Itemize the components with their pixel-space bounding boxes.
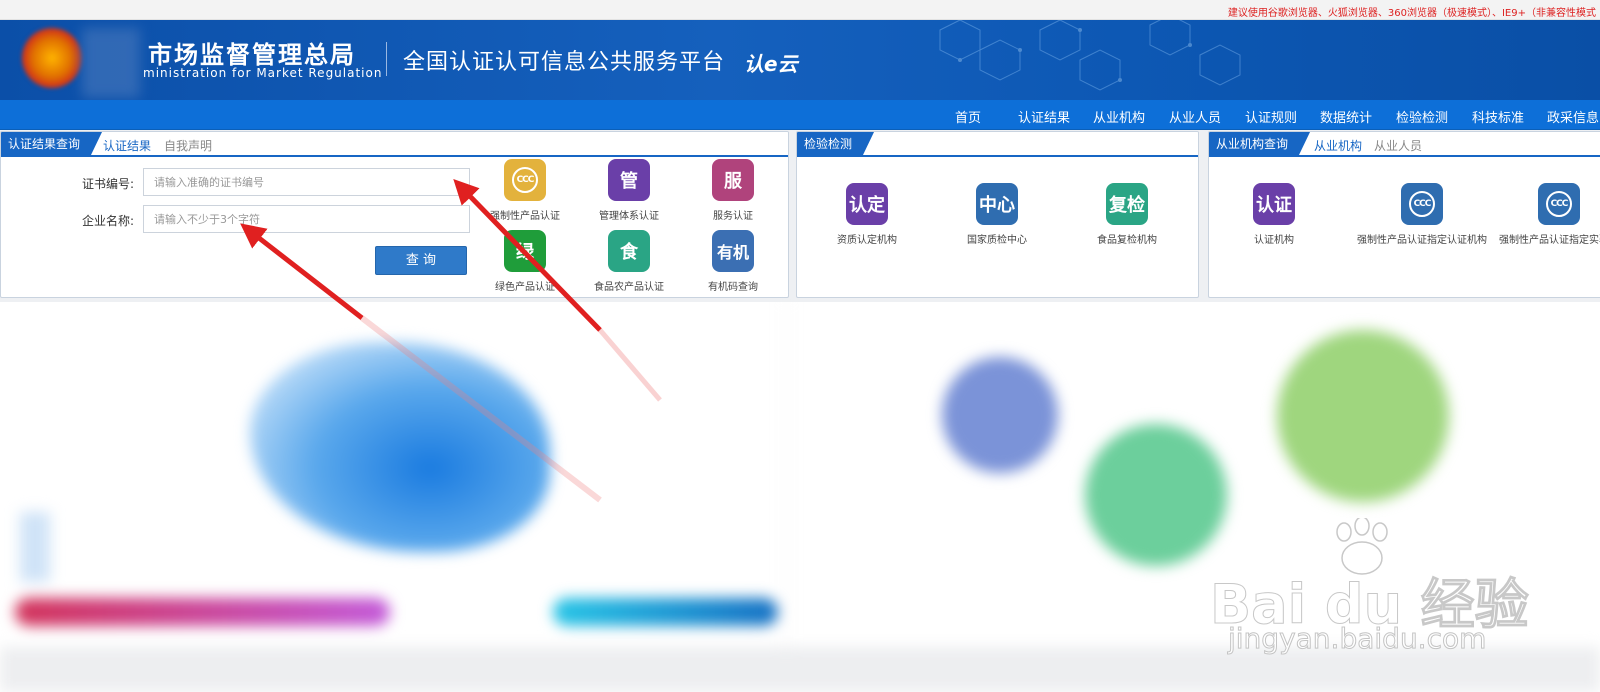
bubble-blue-blur <box>942 357 1058 473</box>
cyan-bar-blur <box>553 598 778 626</box>
nav-item-organizations[interactable]: 从业机构 <box>1093 107 1145 126</box>
ccc-icon: CCC <box>504 159 546 201</box>
nav-item-standards[interactable]: 科技标准 <box>1472 107 1524 126</box>
bubble-teal-blur <box>1085 424 1227 566</box>
subtab-self-declaration[interactable]: 自我声明 <box>164 137 212 154</box>
tile-label: 有机码查询 <box>708 282 758 293</box>
banner-divider <box>386 42 387 76</box>
tile-label: 强制性产品认证指定认证机构 <box>1357 235 1487 246</box>
nav-item-home[interactable]: 首页 <box>955 107 981 126</box>
platform-title: 全国认证认可信息公共服务平台 <box>403 50 726 75</box>
tile-label: 管理体系认证 <box>599 211 659 222</box>
baidu-watermark-url: jingyan.baidu.com <box>1227 622 1487 656</box>
china-map-blur <box>250 342 550 552</box>
renecloud-logo: 认e云 <box>744 52 798 76</box>
org-query-panel-header: 从业机构查询 从业机构 从业人员 <box>1209 132 1600 157</box>
tile-organic-code[interactable]: 有机 有机码查询 <box>673 230 788 293</box>
tile-ccc-designated-lab[interactable]: CCC 强制性产品认证指定实验室 <box>1489 183 1600 246</box>
tile-label: 绿色产品认证 <box>495 282 555 293</box>
hexagon-decoration <box>939 20 1241 91</box>
site-banner: 市场监督管理总局 ministration for Market Regulat… <box>0 20 1600 100</box>
tile-food-agri[interactable]: 食 食品农产品认证 <box>569 230 689 293</box>
nav-item-cert-rules[interactable]: 认证规则 <box>1245 107 1297 126</box>
tile-label: 服务认证 <box>713 211 753 222</box>
tile-national-center[interactable]: 中心 国家质检中心 <box>937 183 1057 246</box>
map-legend-blur <box>20 512 50 582</box>
inspection-panel-header: 检验检测 <box>797 132 1198 157</box>
tile-label: 国家质检中心 <box>967 235 1027 246</box>
tile-ccc-cert[interactable]: CCC 强制性产品认证 <box>465 159 585 222</box>
center-icon: 中心 <box>976 183 1018 225</box>
nav-item-statistics[interactable]: 数据统计 <box>1320 107 1372 126</box>
subtab-personnel[interactable]: 从业人员 <box>1374 137 1422 154</box>
ccc-icon: CCC <box>1538 183 1580 225</box>
cert-number-label: 证书编号: <box>81 177 134 191</box>
tile-ccc-designated-agency[interactable]: CCC 强制性产品认证指定认证机构 <box>1352 183 1492 246</box>
bubble-green-blur <box>1277 330 1449 502</box>
green-icon: 绿 <box>504 230 546 272</box>
tile-green-product[interactable]: 绿 绿色产品认证 <box>465 230 585 293</box>
tab-inspection[interactable]: 检验检测 <box>797 132 874 157</box>
cert-number-input[interactable] <box>143 168 470 196</box>
ccc-icon: CCC <box>1401 183 1443 225</box>
qualification-icon: 认定 <box>846 183 888 225</box>
tile-label: 强制性产品认证指定实验室 <box>1499 235 1600 246</box>
administration-name: 市场监督管理总局 <box>148 41 356 69</box>
tile-management-system[interactable]: 管 管理体系认证 <box>569 159 689 222</box>
tile-label: 认证机构 <box>1254 235 1294 246</box>
national-emblem-logo <box>22 28 82 88</box>
cert-query-panel: 认证结果查询 认证结果 自我声明 证书编号: 企业名称: 查 询 CCC 强制性… <box>0 131 789 298</box>
food-icon: 食 <box>608 230 650 272</box>
main-nav: 首页 认证结果 从业机构 从业人员 认证规则 数据统计 检验检测 科技标准 政采… <box>0 100 1600 130</box>
administration-english-name: ministration for Market Regulation <box>143 66 383 80</box>
tab-cert-query[interactable]: 认证结果查询 <box>1 132 102 157</box>
browser-notice-text: 建议使用谷歌浏览器、火狐浏览器、360浏览器（极速模式）、IE9+（非兼容性模式 <box>1227 8 1596 19</box>
nav-item-inspection[interactable]: 检验检测 <box>1396 107 1448 126</box>
tile-label: 强制性产品认证 <box>490 211 560 222</box>
cert-query-panel-header: 认证结果查询 认证结果 自我声明 <box>1 132 788 157</box>
blurred-logo-text <box>82 28 140 98</box>
subtab-cert-results[interactable]: 认证结果 <box>103 137 151 154</box>
service-icon: 服 <box>712 159 754 201</box>
tab-org-query[interactable]: 从业机构查询 <box>1209 132 1310 157</box>
org-query-panel: 从业机构查询 从业机构 从业人员 认证 认证机构 CCC 强制性产品认证指定认证… <box>1208 131 1600 298</box>
tile-food-reinspection[interactable]: 复检 食品复检机构 <box>1067 183 1187 246</box>
company-name-label: 企业名称: <box>81 214 134 228</box>
cert-agency-icon: 认证 <box>1253 183 1295 225</box>
reinspection-icon: 复检 <box>1106 183 1148 225</box>
content-divider <box>786 302 787 652</box>
tile-cert-agency[interactable]: 认证 认证机构 <box>1214 183 1334 246</box>
management-icon: 管 <box>608 159 650 201</box>
browser-notice-bar: 建议使用谷歌浏览器、火狐浏览器、360浏览器（极速模式）、IE9+（非兼容性模式 <box>0 0 1600 20</box>
inspection-panel: 检验检测 认定 资质认定机构 中心 国家质检中心 复检 食品复检机构 <box>796 131 1199 298</box>
tile-label: 食品复检机构 <box>1097 235 1157 246</box>
tile-service-cert[interactable]: 服 服务认证 <box>673 159 788 222</box>
organic-icon: 有机 <box>712 230 754 272</box>
nav-item-procurement[interactable]: 政采信息 <box>1547 107 1599 126</box>
nav-item-cert-results[interactable]: 认证结果 <box>1018 107 1070 126</box>
tile-label: 食品农产品认证 <box>594 282 664 293</box>
company-name-input[interactable] <box>143 205 470 233</box>
subtab-organizations[interactable]: 从业机构 <box>1314 137 1362 154</box>
query-button[interactable]: 查 询 <box>375 246 467 275</box>
nav-item-personnel[interactable]: 从业人员 <box>1169 107 1221 126</box>
tile-qualification-agency[interactable]: 认定 资质认定机构 <box>807 183 927 246</box>
gradient-bar-blur <box>15 598 390 626</box>
tile-label: 资质认定机构 <box>837 235 897 246</box>
